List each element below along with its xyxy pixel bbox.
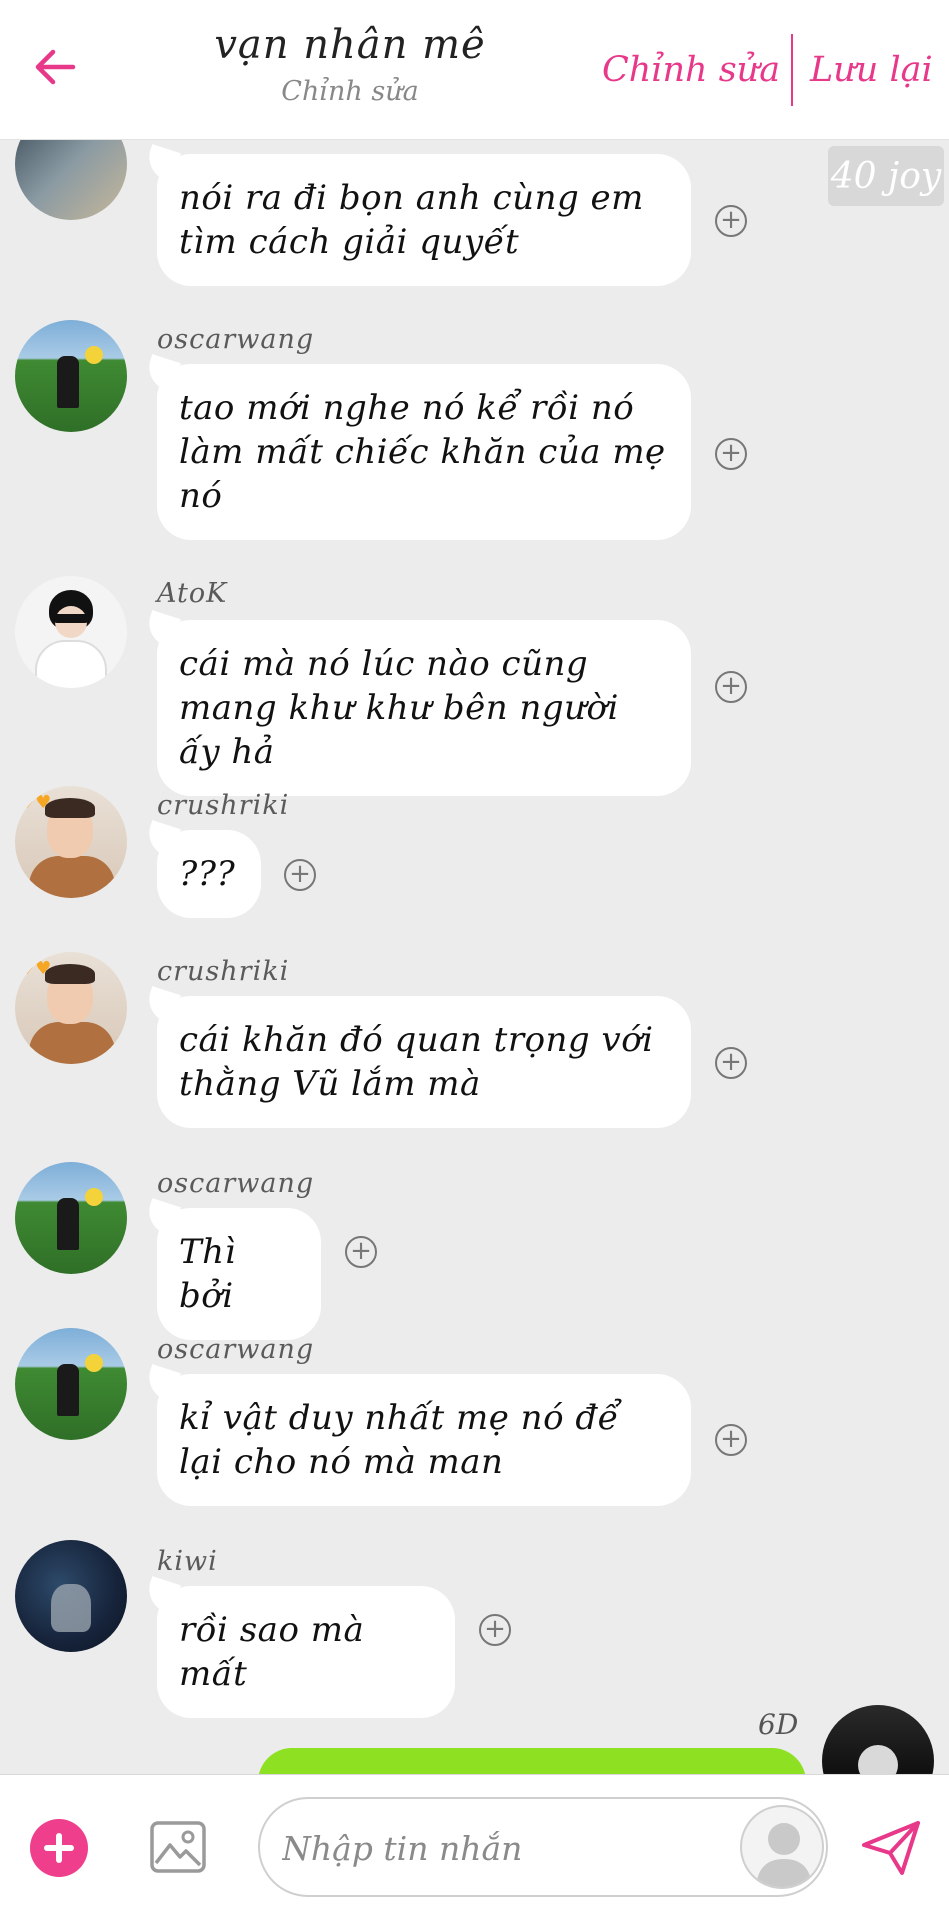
add-reaction-button[interactable]: + <box>479 1614 511 1646</box>
add-reaction-button[interactable]: + <box>284 859 316 891</box>
message-text: Thì bởi <box>179 1232 236 1316</box>
add-reaction-button[interactable]: + <box>715 671 747 703</box>
message-text: cái khăn đó quan trọng với thằng Vũ lắm … <box>179 1020 654 1104</box>
username: crushriki <box>157 790 290 821</box>
add-reaction-button[interactable]: + <box>715 205 747 237</box>
avatar[interactable] <box>15 1328 127 1440</box>
avatar[interactable] <box>15 576 127 688</box>
arrow-left-icon <box>35 49 76 85</box>
avatar[interactable]: ♥♥ <box>15 952 127 1064</box>
send-button[interactable] <box>858 1815 924 1881</box>
username: oscarwang <box>157 1334 315 1365</box>
chat-subtitle: Chỉnh sửa <box>281 76 419 107</box>
avatar[interactable] <box>15 320 127 432</box>
message-text: tao mới nghe nó kể rồi nó làm mất chiếc … <box>179 388 666 516</box>
avatar[interactable] <box>15 1162 127 1274</box>
user-silhouette-icon <box>756 1823 812 1887</box>
add-reaction-button[interactable]: + <box>715 1424 747 1456</box>
avatar[interactable] <box>15 1540 127 1652</box>
add-reaction-button[interactable]: + <box>715 1047 747 1079</box>
username: oscarwang <box>157 324 315 355</box>
add-button[interactable] <box>30 1819 88 1877</box>
image-icon <box>150 1821 206 1873</box>
message-time: 6D <box>758 1708 799 1741</box>
message-text: kỉ vật duy nhất mẹ nó để lại cho nó mà m… <box>179 1398 620 1482</box>
message-text: cái mà nó lúc nào cũng mang khư khư bên … <box>179 644 619 772</box>
message-bubble[interactable]: cái khăn đó quan trọng với thằng Vũ lắm … <box>157 996 691 1128</box>
add-reaction-button[interactable]: + <box>715 438 747 470</box>
avatar[interactable]: ♥♥ <box>15 786 127 898</box>
persona-button[interactable] <box>740 1805 824 1889</box>
add-reaction-button[interactable]: + <box>345 1236 377 1268</box>
message-text: rồi sao mà mất <box>179 1610 365 1694</box>
image-button[interactable] <box>148 1817 208 1877</box>
username: crushriki <box>157 956 290 987</box>
message-input[interactable] <box>282 1825 682 1871</box>
message-bubble[interactable]: cái mà nó lúc nào cũng mang khư khư bên … <box>157 620 691 796</box>
message-bubble[interactable]: tao mới nghe nó kể rồi nó làm mất chiếc … <box>157 364 691 540</box>
chat-title: vạn nhân mê <box>214 22 486 68</box>
message-bubble[interactable]: Thì bởi <box>157 1208 321 1340</box>
header-divider <box>791 34 793 106</box>
username: kiwi <box>157 1546 218 1577</box>
message-text: ??? <box>179 854 236 894</box>
header: vạn nhân mê Chỉnh sửa Chỉnh sửa Lưu lại <box>0 0 949 140</box>
edit-button[interactable]: Chỉnh sửa <box>602 50 780 90</box>
composer-bar <box>0 1774 949 1920</box>
save-button[interactable]: Lưu lại <box>810 50 933 90</box>
message-bubble[interactable]: kỉ vật duy nhất mẹ nó để lại cho nó mà m… <box>157 1374 691 1506</box>
message-bubble[interactable]: ??? <box>157 830 261 918</box>
points-badge: 40 joy <box>828 146 944 206</box>
username: AtoK <box>157 578 228 609</box>
back-button[interactable] <box>30 42 80 92</box>
chat-title-group: vạn nhân mê Chỉnh sửa <box>200 22 500 107</box>
send-icon <box>862 1821 920 1875</box>
message-input-wrap <box>258 1797 828 1897</box>
message-bubble[interactable]: rồi sao mà mất <box>157 1586 455 1718</box>
message-text: nói ra đi bọn anh cùng em tìm cách giải … <box>179 178 644 262</box>
username: oscarwang <box>157 1168 315 1199</box>
message-bubble[interactable]: nói ra đi bọn anh cùng em tìm cách giải … <box>157 154 691 286</box>
